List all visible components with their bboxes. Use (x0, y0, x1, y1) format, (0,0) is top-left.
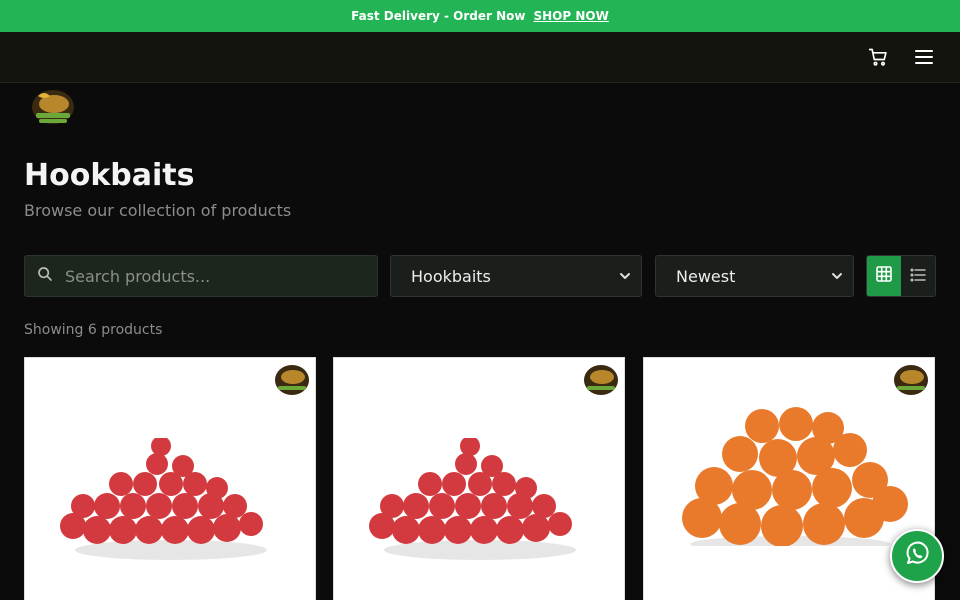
product-card[interactable] (333, 357, 625, 600)
page-subtitle: Browse our collection of products (24, 201, 292, 220)
hamburger-menu-icon[interactable] (914, 47, 934, 67)
site-logo[interactable] (30, 86, 76, 128)
product-image (369, 438, 576, 560)
list-view-button[interactable] (901, 256, 935, 296)
cart-icon[interactable] (868, 47, 888, 67)
sort-select-value: Newest (676, 266, 736, 286)
whatsapp-icon (903, 540, 931, 572)
chevron-down-icon (619, 267, 631, 286)
product-card[interactable] (24, 357, 316, 600)
category-select-value: Hookbaits (411, 266, 491, 286)
view-toggle (866, 255, 936, 297)
page-title: Hookbaits (24, 158, 195, 193)
list-icon (910, 267, 926, 286)
grid-icon (876, 266, 892, 286)
chevron-down-icon (831, 267, 843, 286)
search-input[interactable] (65, 266, 345, 286)
search-field[interactable] (24, 255, 378, 297)
promo-banner: Fast Delivery - Order Now SHOP NOW (0, 0, 960, 32)
shop-now-link[interactable]: SHOP NOW (533, 9, 608, 23)
results-count: Showing 6 products (24, 322, 163, 338)
brand-badge-icon (273, 362, 311, 398)
whatsapp-button[interactable] (890, 529, 944, 583)
brand-badge-icon (892, 362, 930, 398)
brand-badge-icon (582, 362, 620, 398)
grid-view-button[interactable] (867, 256, 901, 296)
product-image (682, 407, 908, 546)
search-icon (37, 266, 53, 286)
product-image (60, 438, 267, 560)
sort-select[interactable]: Newest (655, 255, 854, 297)
promo-text: Fast Delivery - Order Now (351, 9, 526, 23)
top-navbar (0, 32, 960, 83)
category-select[interactable]: Hookbaits (390, 255, 642, 297)
